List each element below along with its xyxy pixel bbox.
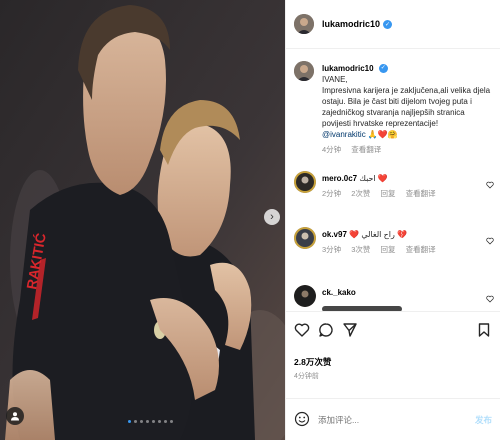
- heart-icon[interactable]: [486, 237, 494, 245]
- carousel-dot: [170, 420, 173, 423]
- post-viewer: RAKITIĆ › lukamodric10 ✓ lukamodric10 ✓ …: [0, 0, 500, 440]
- caption-username[interactable]: lukamodric10: [322, 64, 374, 73]
- carousel-dot: [158, 420, 161, 423]
- avatar[interactable]: [294, 61, 314, 81]
- heart-icon[interactable]: [294, 322, 310, 338]
- comment-time: 2分钟: [322, 189, 342, 198]
- comment-input[interactable]: [316, 410, 460, 430]
- likes-count[interactable]: 2.8万次赞: [294, 356, 331, 368]
- comment-text: ❤️ راح الغالي 💔: [349, 230, 408, 239]
- avatar[interactable]: [294, 14, 314, 34]
- next-slide-button[interactable]: ›: [264, 209, 280, 225]
- comment-reply-link[interactable]: 回复: [381, 245, 396, 254]
- caption-text: IVANE, Impresivna karijera je zaključena…: [322, 75, 491, 128]
- chevron-right-icon: ›: [270, 211, 274, 223]
- caption-mention[interactable]: @ivanrakitic: [322, 130, 366, 139]
- carousel-dot: [134, 420, 137, 423]
- post-actions: 2.8万次赞 4分钟前 发布: [286, 311, 500, 430]
- share-icon[interactable]: [342, 322, 358, 338]
- comment-time: 3分钟: [322, 245, 342, 254]
- user-tag-icon: [11, 412, 19, 421]
- carousel-dot: [152, 420, 155, 423]
- carousel-dot: [164, 420, 167, 423]
- comment-username[interactable]: mero.0c7: [322, 174, 357, 183]
- caption-translate-link[interactable]: 查看翻译: [351, 145, 381, 154]
- comments-list[interactable]: lukamodric10 ✓ IVANE, Impresivna karijer…: [286, 49, 500, 311]
- carousel-dot: [146, 420, 149, 423]
- comment-likes[interactable]: 2次赞: [351, 189, 370, 198]
- heart-icon[interactable]: [486, 181, 494, 189]
- comment-translate-link[interactable]: 查看翻译: [406, 245, 436, 254]
- user-tag-button[interactable]: [6, 407, 24, 425]
- add-comment-bar: 发布: [286, 398, 500, 442]
- post-photo: RAKITIĆ: [0, 0, 285, 440]
- post-header: lukamodric10 ✓: [286, 0, 500, 49]
- verified-badge-icon: ✓: [378, 64, 388, 74]
- caption-time: 4分钟: [322, 145, 342, 154]
- comment-likes[interactable]: 3次赞: [351, 245, 370, 254]
- header-username[interactable]: lukamodric10: [322, 19, 380, 29]
- verified-badge-icon: ✓: [383, 19, 393, 29]
- avatar[interactable]: [294, 227, 316, 249]
- carousel-indicator: [128, 420, 173, 423]
- post-media[interactable]: RAKITIĆ ›: [0, 0, 285, 440]
- comment-icon[interactable]: [318, 322, 334, 338]
- post-side-panel: lukamodric10 ✓ lukamodric10 ✓ IVANE, Imp…: [285, 0, 500, 440]
- post-time: 4分钟前: [294, 373, 319, 380]
- avatar[interactable]: [294, 285, 316, 307]
- caption-emojis: 🙏❤️🤗: [367, 130, 398, 139]
- avatar[interactable]: [294, 171, 316, 193]
- carousel-dot: [128, 420, 131, 423]
- comment-reply-link[interactable]: 回复: [381, 189, 396, 198]
- emoji-icon[interactable]: [294, 411, 310, 427]
- comment-username[interactable]: ck._kako: [322, 288, 356, 297]
- comment-text: احبك ❤️: [359, 174, 388, 183]
- post-comment-button[interactable]: 发布: [475, 414, 492, 426]
- comment-translate-link[interactable]: 查看翻译: [406, 189, 436, 198]
- carousel-dot: [140, 420, 143, 423]
- heart-icon[interactable]: [486, 295, 494, 303]
- comment-username[interactable]: ok.v97: [322, 230, 347, 239]
- bookmark-icon[interactable]: [476, 322, 492, 338]
